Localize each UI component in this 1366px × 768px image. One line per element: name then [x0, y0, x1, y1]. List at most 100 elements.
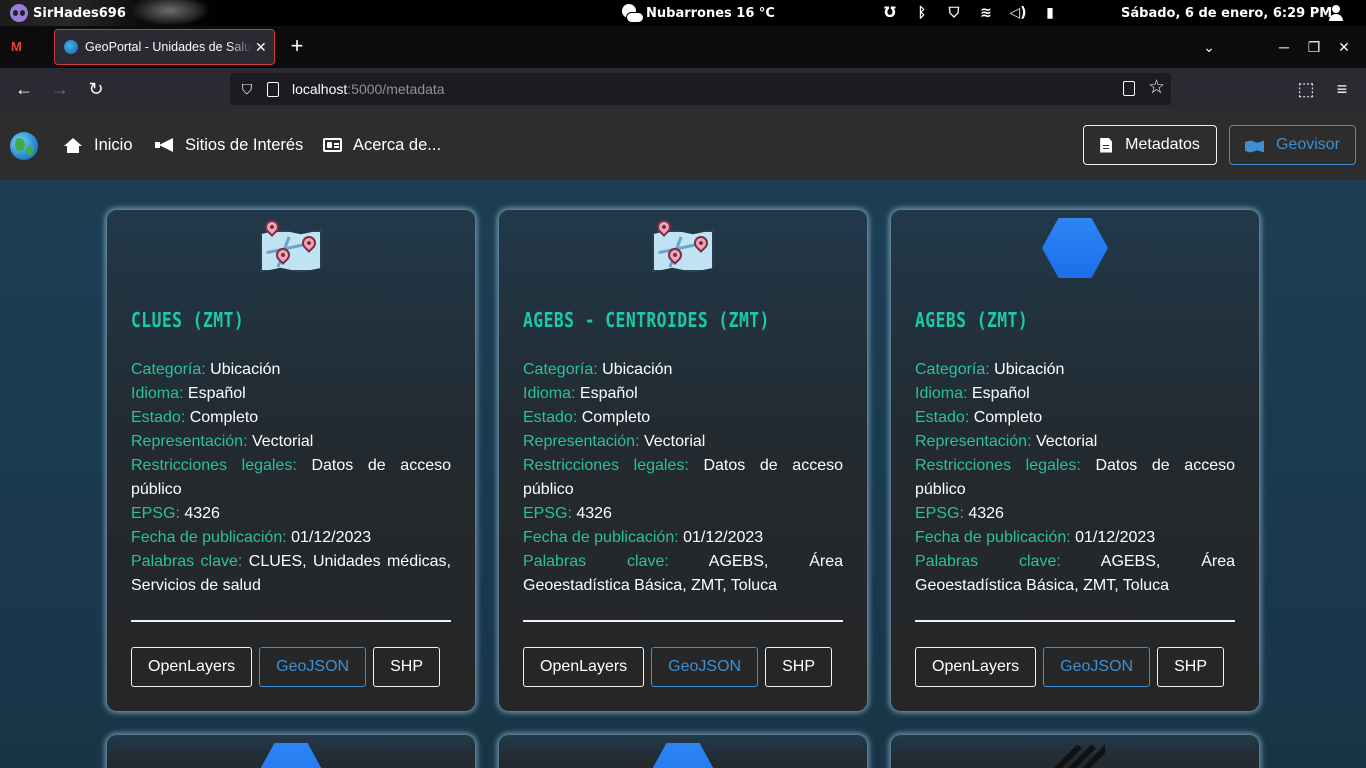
minimize-window-icon[interactable]: ─	[1269, 26, 1299, 68]
nav-inicio[interactable]: Inicio	[62, 132, 133, 158]
globe-logo-icon[interactable]	[10, 132, 38, 160]
field-value: Ubicación	[989, 361, 1065, 378]
card-divider	[915, 620, 1235, 622]
wifi-icon[interactable]: ≋	[970, 0, 1002, 26]
nav-sitios[interactable]: Sitios de Interés	[153, 132, 303, 158]
tab-close-icon[interactable]: ✕	[255, 39, 267, 56]
geojson-button[interactable]: GeoJSON	[651, 647, 759, 687]
shp-button[interactable]: SHP	[373, 647, 440, 687]
card-details: Categoría: Ubicación Idioma: Español Estad…	[131, 358, 451, 598]
megaphone-icon-wrap	[153, 134, 175, 156]
geovisor-button[interactable]: Geovisor	[1229, 125, 1356, 165]
hamburger-menu-icon[interactable]: ≡	[1327, 74, 1357, 104]
map-pins-icon	[652, 217, 714, 274]
field-restrictions: Restricciones legales: Datos de acceso p…	[131, 454, 451, 502]
openlayers-button[interactable]: OpenLayers	[523, 647, 645, 687]
field-label: Estado:	[915, 409, 970, 426]
field-language: Idioma: Español	[915, 382, 1235, 406]
metadatos-button[interactable]: Metadatos	[1083, 125, 1217, 165]
bluetooth-icon[interactable]: ᛒ	[906, 0, 938, 26]
url-bar[interactable]: ⛉ localhost:5000/metadata ☆	[230, 73, 1171, 105]
shp-button[interactable]: SHP	[1157, 647, 1224, 687]
system-tray: Ʊ ᛒ ⛉ ≋ ◁) ▮	[874, 0, 1066, 26]
field-value: Ubicación	[597, 361, 673, 378]
hexagon-icon	[650, 743, 716, 768]
browser-tabstrip: M GeoPortal - Unidades de Salud ✕ + ⌄ ─ …	[0, 26, 1366, 68]
field-representation: Representación: Vectorial	[131, 430, 451, 454]
user-account-icon[interactable]	[1326, 0, 1348, 26]
field-value: Ubicación	[205, 361, 281, 378]
os-top-panel: SirHades696 Nubarrones 16 °C Ʊ ᛒ ⛉ ≋ ◁) …	[0, 0, 1366, 26]
field-date: Fecha de publicación: 01/12/2023	[915, 526, 1235, 550]
active-tab[interactable]: GeoPortal - Unidades de Salud ✕	[54, 29, 275, 65]
url-text[interactable]: localhost:5000/metadata	[292, 81, 445, 97]
shp-button[interactable]: SHP	[765, 647, 832, 687]
card-image	[107, 743, 475, 768]
web-page: Inicio Sitios de Interés Acerca de... Me…	[0, 110, 1366, 768]
vpn-shield-icon[interactable]: ⛉	[938, 0, 970, 26]
field-label: Palabras clave:	[523, 553, 669, 570]
card-image	[499, 217, 867, 280]
field-value: Español	[575, 385, 638, 402]
reader-view-icon[interactable]	[1123, 81, 1135, 96]
field-value: 01/12/2023	[1070, 529, 1156, 546]
field-label: EPSG:	[915, 505, 964, 522]
volume-icon[interactable]: ◁)	[1002, 0, 1034, 26]
restore-window-icon[interactable]: ❐	[1299, 26, 1329, 68]
new-tab-button[interactable]: +	[286, 33, 308, 61]
close-window-icon[interactable]: ✕	[1329, 26, 1359, 68]
openlayers-button[interactable]: OpenLayers	[131, 647, 253, 687]
field-value: 4326	[179, 505, 220, 522]
field-label: Estado:	[131, 409, 186, 426]
os-weather[interactable]: Nubarrones 16 °C	[620, 0, 775, 26]
megaphone-icon	[154, 137, 174, 153]
field-status: Estado: Completo	[523, 406, 843, 430]
alien-avatar-icon	[10, 4, 28, 22]
os-clock[interactable]: Sábado, 6 de enero, 6:29 PM	[1121, 0, 1332, 26]
field-value: Español	[967, 385, 1030, 402]
field-value: Completo	[577, 409, 651, 426]
field-epsg: EPSG: 4326	[523, 502, 843, 526]
field-value: 4326	[571, 505, 612, 522]
back-arrow-icon[interactable]: ←	[9, 74, 39, 104]
field-value: 01/12/2023	[286, 529, 372, 546]
card-details: Categoría: Ubicación Idioma: Español Estad…	[915, 358, 1235, 598]
field-category: Categoría: Ubicación	[131, 358, 451, 382]
page-info-icon[interactable]	[267, 81, 279, 97]
card-title: AGEBS - CENTROIDES (ZMT)	[523, 308, 770, 332]
field-label: Fecha de publicación:	[915, 529, 1071, 546]
battery-icon[interactable]: ▮	[1034, 0, 1066, 26]
openlayers-button[interactable]: OpenLayers	[915, 647, 1037, 687]
field-label: Categoría:	[915, 361, 990, 378]
field-keywords: Palabras clave: AGEBS, Área Geoestadísti…	[915, 550, 1235, 598]
list-all-tabs-icon[interactable]: ⌄	[1194, 26, 1224, 68]
field-epsg: EPSG: 4326	[915, 502, 1235, 526]
gmail-pinned-tab-icon[interactable]: M	[11, 40, 27, 53]
field-representation: Representación: Vectorial	[915, 430, 1235, 454]
ubiquiti-icon[interactable]: Ʊ	[874, 0, 906, 26]
map-pins-icon	[260, 217, 322, 274]
field-value: Vectorial	[247, 433, 314, 450]
reload-icon[interactable]: ↻	[81, 74, 111, 104]
field-category: Categoría: Ubicación	[523, 358, 843, 382]
extensions-icon[interactable]: ⬚	[1291, 74, 1321, 104]
field-value: Español	[183, 385, 246, 402]
hexagon-icon	[1042, 218, 1108, 278]
field-label: Idioma:	[915, 385, 968, 402]
os-user-menu[interactable]: SirHades696	[0, 0, 230, 26]
nav-sitios-label: Sitios de Interés	[185, 135, 304, 154]
field-label: Palabras clave:	[915, 553, 1061, 570]
field-label: Idioma:	[131, 385, 184, 402]
geojson-button[interactable]: GeoJSON	[1043, 647, 1151, 687]
metadata-card-partial	[891, 735, 1259, 768]
nav-acerca[interactable]: Acerca de...	[321, 132, 441, 158]
map-icon	[1244, 140, 1264, 153]
geojson-button[interactable]: GeoJSON	[259, 647, 367, 687]
bookmark-star-icon[interactable]: ☆	[1148, 76, 1165, 99]
forward-arrow-icon[interactable]: →	[45, 74, 75, 104]
metadata-card: AGEBS (ZMT) Categoría: Ubicación Idioma: …	[891, 210, 1259, 711]
tracking-shield-icon[interactable]: ⛉	[239, 81, 255, 97]
field-value: Completo	[185, 409, 259, 426]
field-label: Palabras clave:	[131, 553, 243, 570]
field-status: Estado: Completo	[131, 406, 451, 430]
